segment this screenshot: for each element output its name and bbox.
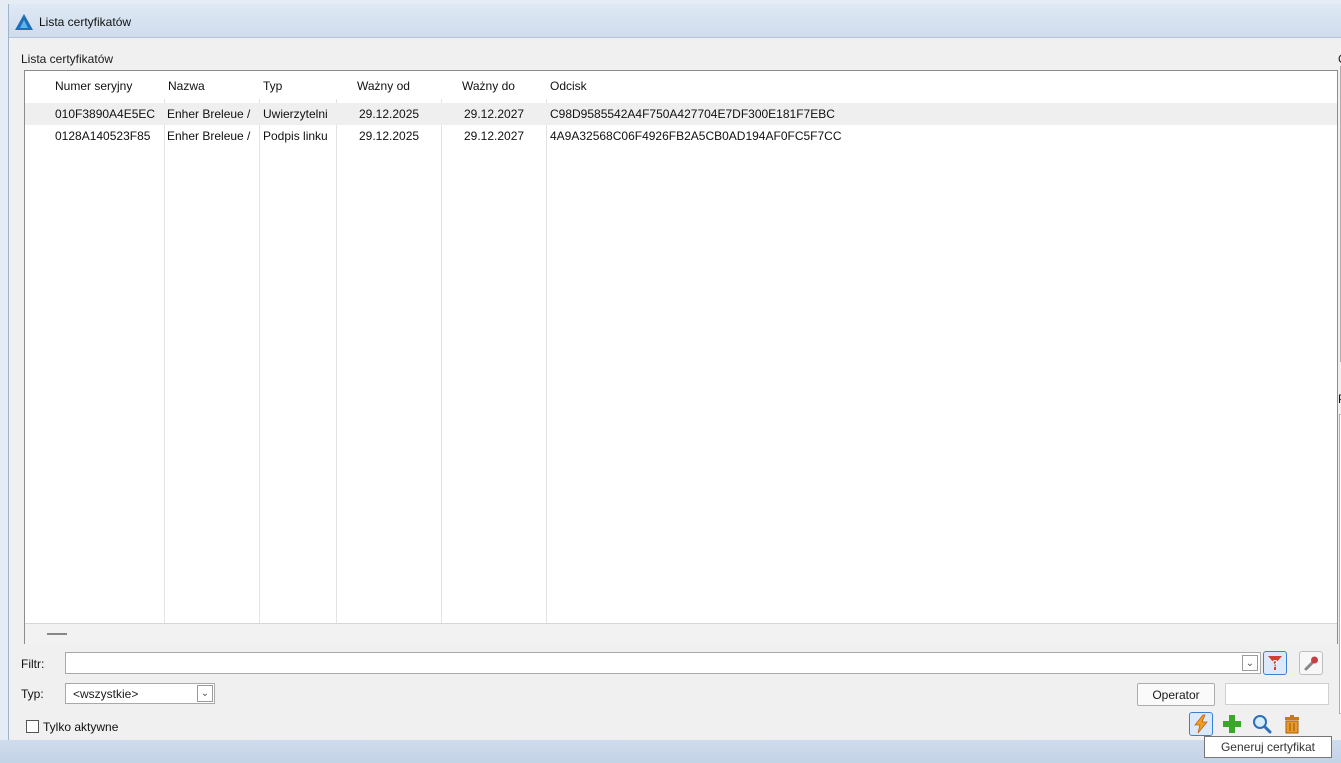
column-divider [441, 71, 442, 623]
column-divider [164, 71, 165, 623]
table-row[interactable]: 0128A140523F85 Enher Breleue / Podpis li… [25, 125, 1337, 147]
certificates-grid[interactable]: Numer seryjny Nazwa Typ Ważny od Ważny d… [24, 70, 1338, 644]
column-divider [336, 71, 337, 623]
group-label: Lista certyfikatów [21, 52, 114, 66]
type-label: Typ: [21, 687, 44, 701]
delete-button[interactable] [1280, 712, 1304, 736]
chevron-down-icon[interactable]: ⌄ [1242, 655, 1258, 671]
cell-valid-to: 29.12.2027 [464, 107, 525, 121]
tooltip-text: Generuj certyfikat [1220, 740, 1316, 754]
svg-text:?: ? [1272, 659, 1278, 670]
filter-input[interactable]: ⌄ [65, 652, 1261, 674]
view-button[interactable] [1250, 712, 1274, 736]
cell-serial: 0128A140523F85 [55, 129, 151, 143]
cell-valid-from: 29.12.2025 [359, 107, 420, 121]
grid-footer [25, 623, 1337, 644]
active-only-checkbox[interactable] [26, 720, 39, 733]
type-select-value: <wszystkie> [73, 687, 139, 701]
cell-name: Enher Breleue / [167, 129, 251, 143]
header-type[interactable]: Typ [263, 79, 333, 93]
magnifier-icon [1253, 715, 1272, 734]
cell-serial: 010F3890A4E5EC [55, 107, 156, 121]
filter-label: Filtr: [21, 657, 45, 671]
header-valid-to[interactable]: Ważny do [462, 79, 542, 93]
add-button[interactable] [1220, 712, 1244, 736]
logo-icon [15, 14, 33, 30]
lightning-icon [1194, 714, 1208, 734]
generate-certificate-button[interactable] [1189, 712, 1213, 736]
grid-header: Numer seryjny Nazwa Typ Ważny od Ważny d… [25, 71, 1337, 99]
filter-wrench-icon [1304, 656, 1318, 671]
column-divider [259, 71, 260, 623]
header-serial[interactable]: Numer seryjny [55, 79, 161, 93]
operator-button-label: Operator [1152, 687, 1200, 702]
cell-thumbprint: C98D9585542A4F750A427704E7DF300E181F7EBC [550, 107, 835, 121]
chevron-down-icon[interactable]: ⌄ [197, 685, 213, 702]
cell-name: Enher Breleue / [167, 107, 251, 121]
cell-valid-from: 29.12.2025 [359, 129, 420, 143]
table-row[interactable]: 010F3890A4E5EC Enher Breleue / Uwierzyte… [25, 103, 1337, 125]
minus-icon [47, 633, 67, 635]
filter-question-icon: ? [1268, 656, 1282, 670]
cell-thumbprint: 4A9A32568C06F4926FB2A5CB0AD194AF0FC5F7CC [550, 129, 842, 143]
cell-type: Uwierzytelni [263, 107, 328, 121]
operator-button[interactable]: Operator [1137, 683, 1215, 706]
header-valid-from[interactable]: Ważny od [357, 79, 437, 93]
header-thumbprint[interactable]: Odcisk [550, 79, 750, 93]
active-only-label[interactable]: Tylko aktywne [43, 720, 118, 734]
background-strip [0, 740, 1341, 763]
trash-icon [1285, 715, 1299, 734]
window-title: Lista certyfikatów [39, 15, 132, 29]
header-name[interactable]: Nazwa [168, 79, 256, 93]
title-bar: Lista certyfikatów [9, 4, 1341, 38]
column-divider [546, 71, 547, 623]
filter-settings-button[interactable] [1299, 651, 1323, 675]
certificate-list-window: Lista certyfikatów Lista certyfikatów C … [8, 4, 1341, 740]
cell-valid-to: 29.12.2027 [464, 129, 525, 143]
plus-icon [1223, 715, 1241, 733]
cell-type: Podpis linku [263, 129, 328, 143]
tooltip: Generuj certyfikat [1204, 736, 1332, 758]
filter-help-button[interactable]: ? [1263, 651, 1287, 675]
type-select[interactable]: <wszystkie> ⌄ [65, 683, 215, 704]
operator-field[interactable] [1225, 683, 1329, 705]
